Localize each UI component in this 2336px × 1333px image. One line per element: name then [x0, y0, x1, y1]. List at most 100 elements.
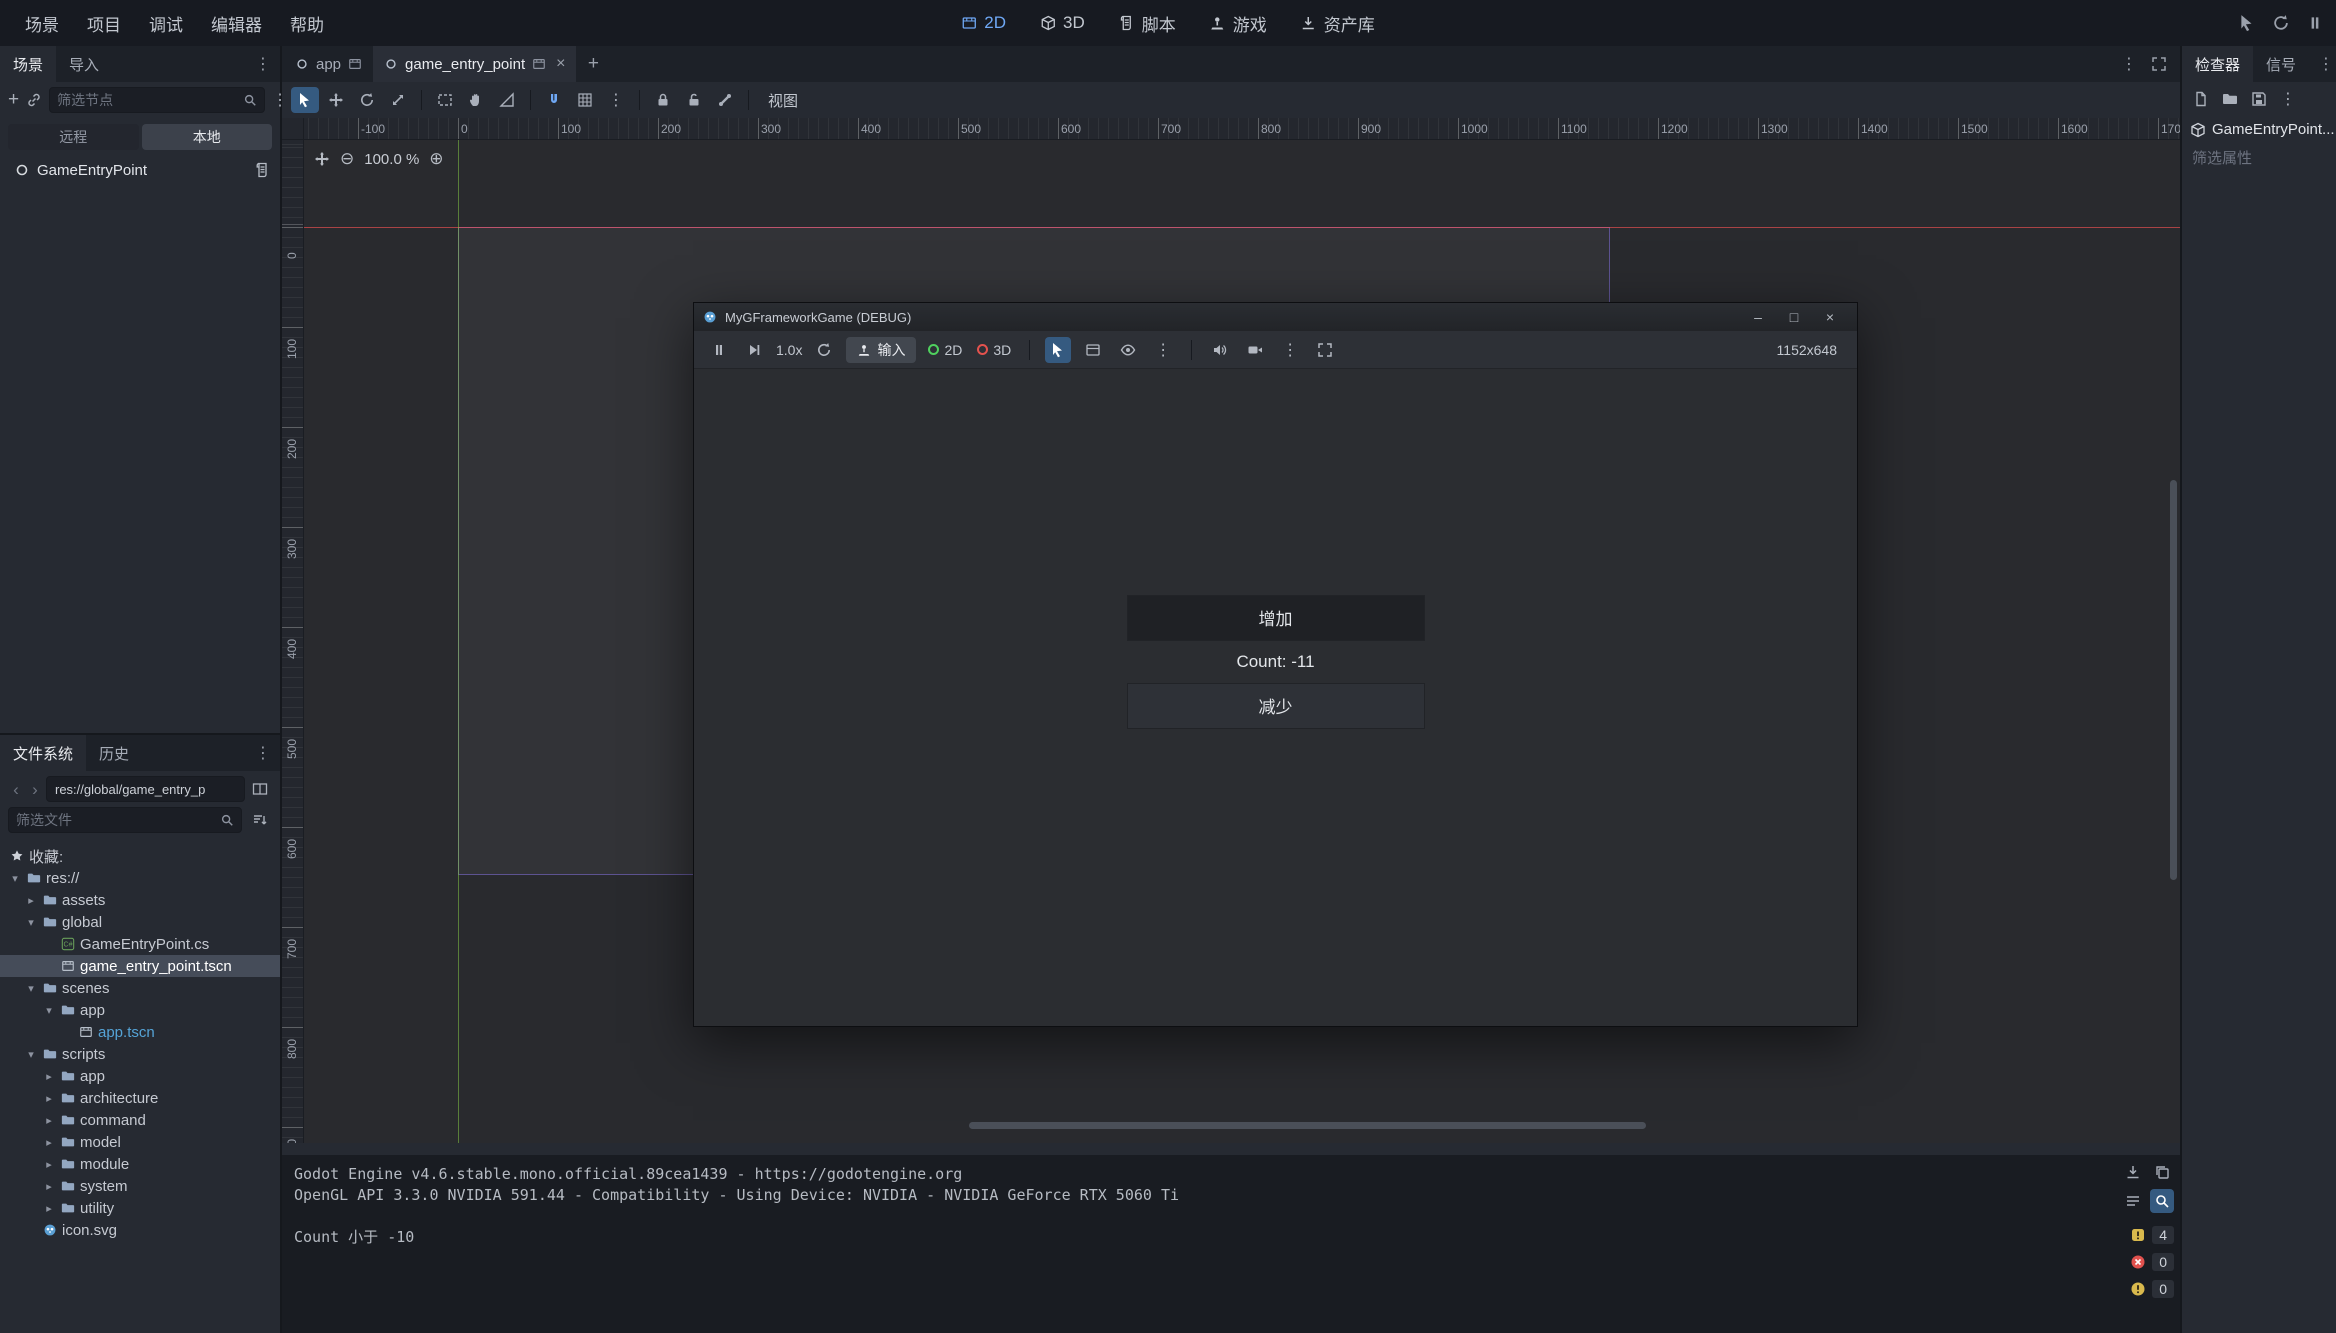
mute-audio-button[interactable] — [1207, 337, 1233, 363]
log-filter-button[interactable] — [2121, 1189, 2145, 1213]
unlock-selected-button[interactable] — [680, 87, 708, 113]
menu-help[interactable]: 帮助 — [277, 6, 337, 41]
tree-item-command[interactable]: ▸ command — [0, 1109, 280, 1131]
zoom-out-button[interactable]: ⊖ — [340, 149, 354, 169]
nav-forward-icon[interactable]: › — [27, 781, 43, 798]
smart-snap-toggle[interactable] — [540, 87, 568, 113]
tree-item-res[interactable]: ▾ res:// — [0, 867, 280, 889]
menu-project[interactable]: 项目 — [74, 6, 134, 41]
rotate-tool[interactable] — [353, 87, 381, 113]
tree-item-utility[interactable]: ▸ utility — [0, 1197, 280, 1219]
pause-game-icon[interactable] — [2306, 14, 2324, 32]
scene-dock-menu-icon[interactable]: ⋮ — [246, 46, 280, 82]
filesystem-menu-icon[interactable]: ⋮ — [246, 735, 280, 771]
tree-item-global[interactable]: ▾ global — [0, 911, 280, 933]
workspace-game[interactable]: 游戏 — [1202, 7, 1275, 40]
tree-item-scripts[interactable]: ▾ scripts — [0, 1043, 280, 1065]
pan-tool[interactable] — [462, 87, 490, 113]
view-menu[interactable]: 视图 — [758, 90, 808, 111]
menu-scene[interactable]: 场景 — [12, 6, 72, 41]
log-search-button[interactable] — [2150, 1189, 2174, 1213]
collision-visibility-button[interactable] — [1115, 337, 1141, 363]
scene-tab-game-entry-point[interactable]: game_entry_point × — [373, 46, 576, 82]
tree-item-architecture[interactable]: ▸ architecture — [0, 1087, 280, 1109]
current-path-input[interactable] — [55, 782, 236, 797]
selection-list-button[interactable] — [1080, 337, 1106, 363]
camera-override-button[interactable] — [1242, 337, 1268, 363]
inspector-menu-icon[interactable]: ⋮ — [2309, 46, 2336, 82]
file-sort-button[interactable] — [248, 808, 272, 832]
menu-debug[interactable]: 调试 — [136, 6, 196, 41]
tree-item-scripts-app[interactable]: ▸ app — [0, 1065, 280, 1087]
workspace-3d[interactable]: 3D — [1032, 9, 1093, 37]
property-filter-input[interactable]: 筛选属性 — [2182, 143, 2336, 172]
new-scene-tab-button[interactable]: + — [576, 46, 610, 82]
lock-selected-button[interactable] — [649, 87, 677, 113]
workspace-2d[interactable]: 2D — [953, 9, 1014, 37]
attached-script-icon[interactable] — [254, 162, 270, 178]
nav-back-icon[interactable]: ‹ — [8, 781, 24, 798]
tab-import[interactable]: 导入 — [56, 46, 112, 82]
save-log-button[interactable] — [2121, 1160, 2145, 1184]
select-tool[interactable] — [291, 87, 319, 113]
tab-filesystem[interactable]: 文件系统 — [0, 735, 86, 771]
close-button[interactable]: × — [1812, 309, 1848, 325]
copy-log-button[interactable] — [2150, 1160, 2174, 1184]
camera-options-menu[interactable]: ⋮ — [1277, 337, 1303, 363]
skeleton-options-button[interactable] — [711, 87, 739, 113]
tree-item-module[interactable]: ▸ module — [0, 1153, 280, 1175]
move-tool[interactable] — [322, 87, 350, 113]
close-tab-icon[interactable]: × — [556, 55, 565, 73]
collapse-arrow[interactable]: ▸ — [42, 1202, 56, 1215]
tree-item-app-tscn[interactable]: app.tscn — [0, 1021, 280, 1043]
tree-item-model[interactable]: ▸ model — [0, 1131, 280, 1153]
snap-options-menu[interactable]: ⋮ — [602, 87, 630, 113]
local-button[interactable]: 本地 — [142, 124, 273, 150]
game-window-titlebar[interactable]: MyGFrameworkGame (DEBUG) – □ × — [694, 303, 1857, 331]
tree-item-assets[interactable]: ▸ assets — [0, 889, 280, 911]
ruler-tool[interactable] — [493, 87, 521, 113]
minimize-button[interactable]: – — [1740, 309, 1776, 325]
vertical-scrollbar[interactable] — [2170, 480, 2177, 880]
remote-button[interactable]: 远程 — [8, 124, 139, 150]
warnings-badge[interactable]: 0 — [2130, 1280, 2174, 1298]
tree-item-system[interactable]: ▸ system — [0, 1175, 280, 1197]
fullscreen-button[interactable] — [1312, 337, 1338, 363]
list-select-tool[interactable] — [431, 87, 459, 113]
tree-item-icon-svg[interactable]: icon.svg — [0, 1219, 280, 1241]
reset-speed-button[interactable] — [811, 337, 837, 363]
selection-options-menu[interactable]: ⋮ — [1150, 337, 1176, 363]
distraction-free-icon[interactable] — [2151, 56, 2167, 72]
collapse-arrow[interactable]: ▸ — [24, 894, 38, 907]
scene-tab-app[interactable]: app — [284, 46, 373, 82]
zoom-in-button[interactable]: ⊕ — [429, 149, 443, 169]
next-frame-button[interactable] — [741, 337, 767, 363]
toggle-split-mode-button[interactable] — [248, 777, 272, 801]
debug-2d-toggle[interactable]: 2D — [925, 342, 965, 358]
collapse-arrow[interactable]: ▾ — [42, 1004, 56, 1017]
increase-button[interactable]: 增加 — [1127, 595, 1425, 641]
collapse-arrow[interactable]: ▾ — [24, 982, 38, 995]
pause-button[interactable] — [706, 337, 732, 363]
horizontal-scrollbar[interactable] — [969, 1122, 1646, 1129]
instance-scene-button[interactable] — [26, 88, 42, 112]
collapse-arrow[interactable]: ▸ — [42, 1114, 56, 1127]
collapse-arrow[interactable]: ▾ — [24, 916, 38, 929]
tree-item-game-entry-point-tscn[interactable]: game_entry_point.tscn — [0, 955, 280, 977]
tab-list-menu-icon[interactable]: ⋮ — [2121, 54, 2137, 74]
tab-scene[interactable]: 场景 — [0, 46, 56, 82]
collapse-arrow[interactable]: ▸ — [42, 1092, 56, 1105]
debug-3d-toggle[interactable]: 3D — [974, 342, 1014, 358]
tab-inspector[interactable]: 检查器 — [2182, 46, 2253, 82]
speed-indicator[interactable]: 1.0x — [776, 342, 802, 358]
input-mode-toggle[interactable]: 输入 — [846, 337, 916, 363]
workspace-assetlib[interactable]: 资产库 — [1293, 7, 1383, 40]
grid-snap-toggle[interactable] — [571, 87, 599, 113]
embed-cursor-icon[interactable] — [2238, 14, 2256, 32]
tab-signals[interactable]: 信号 — [2253, 46, 2309, 82]
tree-item-scenes-app[interactable]: ▾ app — [0, 999, 280, 1021]
collapse-arrow[interactable]: ▾ — [8, 872, 22, 885]
new-resource-icon[interactable] — [2193, 91, 2209, 107]
tree-item-gameentrypoint-cs[interactable]: GameEntryPoint.cs — [0, 933, 280, 955]
decrease-button[interactable]: 减少 — [1127, 683, 1425, 729]
